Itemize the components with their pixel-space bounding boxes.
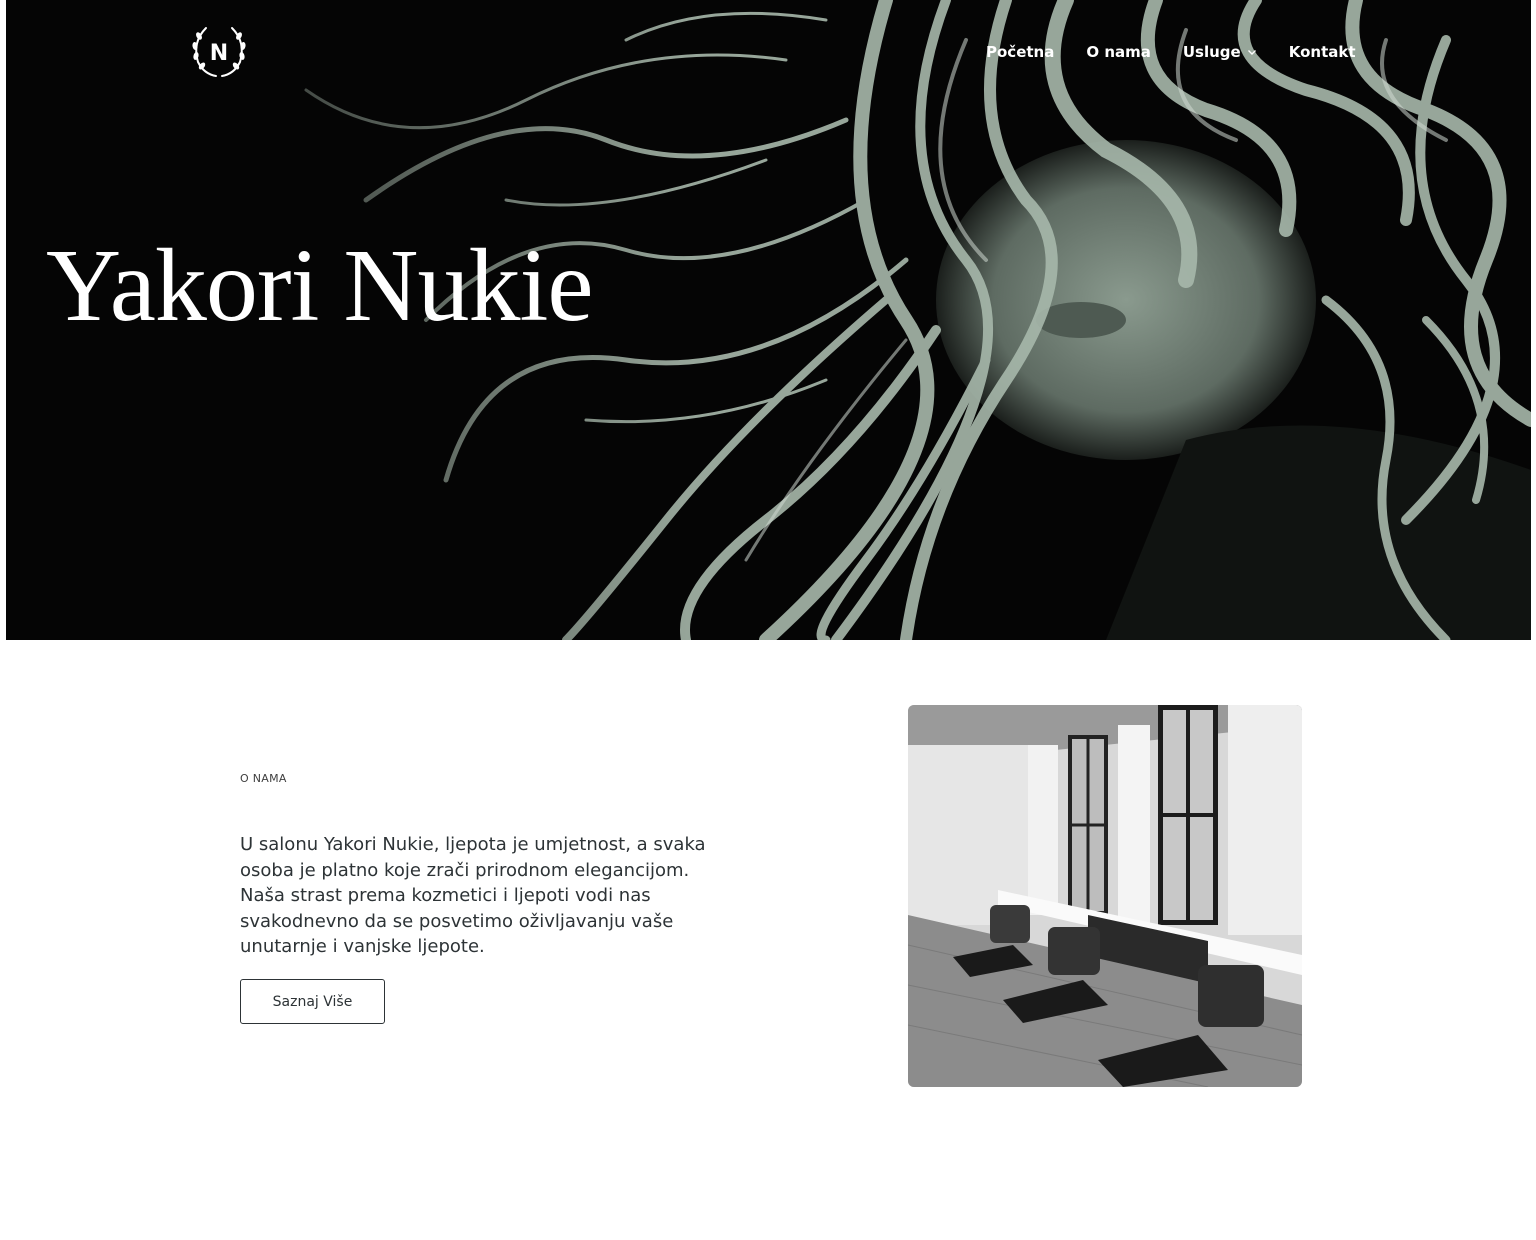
nav-item-label: Kontakt [1288, 43, 1356, 61]
main-nav: Početna O nama Usluge Kontakt [986, 40, 1356, 64]
logo-letter: N [210, 41, 228, 66]
learn-more-button[interactable]: Saznaj Više [240, 979, 385, 1024]
nav-item-label: O nama [1086, 43, 1151, 61]
logo[interactable]: N [186, 22, 252, 80]
nav-item-label: Usluge [1182, 43, 1241, 61]
chevron-down-icon [1247, 50, 1256, 55]
hero-title: Yakori Nukie [46, 228, 594, 343]
salon-interior-image [908, 705, 1302, 1087]
nav-item-pocetna[interactable]: Početna [986, 43, 1054, 61]
about-text: U salonu Yakori Nukie, ljepota je umjetn… [240, 834, 706, 957]
nav-item-o-nama[interactable]: O nama [1086, 43, 1151, 61]
laurel-wreath-icon: N [192, 27, 246, 77]
nav-item-label: Početna [986, 43, 1055, 61]
hero-section: N Početna O nama Usluge Kontakt Yakori N… [6, 0, 1531, 640]
nav-item-usluge[interactable]: Usluge [1183, 43, 1257, 61]
nav-item-kontakt[interactable]: Kontakt [1289, 43, 1356, 61]
section-label: O NAMA [240, 772, 287, 785]
